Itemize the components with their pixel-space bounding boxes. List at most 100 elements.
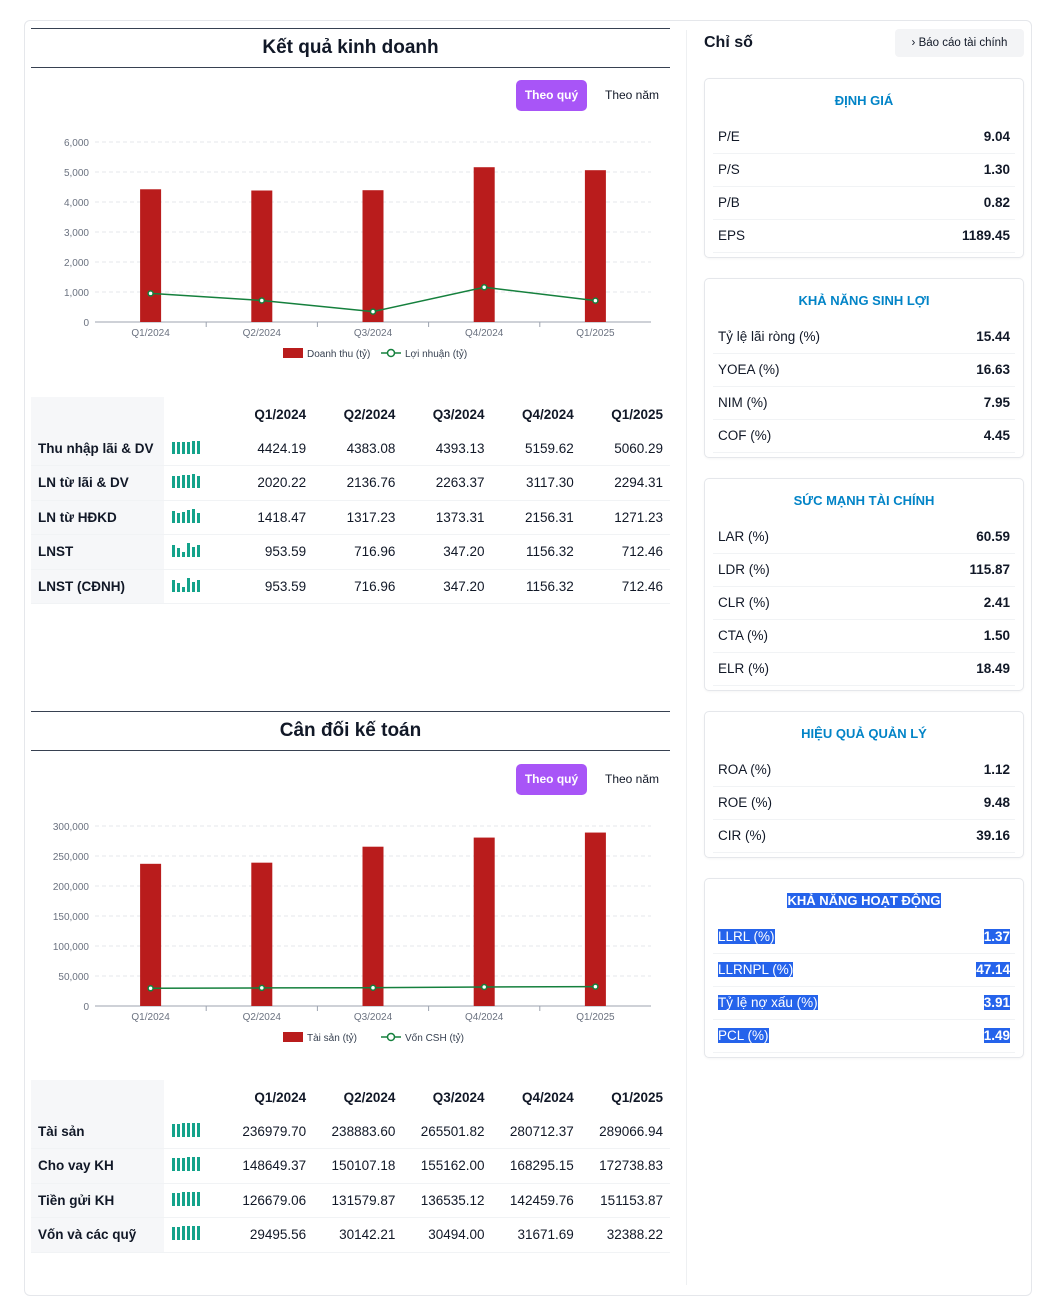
indicator-value: 9.04 [984, 129, 1010, 144]
sparkline-bar [192, 547, 195, 558]
balance-header-spark [164, 1080, 224, 1114]
indicator-value: 1.12 [984, 762, 1010, 777]
table-cell: 347.20 [402, 569, 492, 604]
line-point [480, 983, 488, 991]
sparkline-icon[interactable] [164, 1114, 224, 1149]
sparkline-bar [192, 440, 195, 454]
business-quarter-toggle[interactable]: Theo quý [516, 80, 587, 111]
balance-year-toggle[interactable]: Theo năm [596, 764, 668, 795]
table-row: Thu nhập lãi & DV 4424.19 4383.08 4393.13 51… [31, 431, 670, 466]
balance-sheet-title: Cân đối kế toán [31, 711, 670, 751]
indicator-row: EPS 1189.45 [713, 220, 1015, 253]
sparkline-icon[interactable] [164, 465, 224, 501]
indicator-card-title: HIỆU QUẢ QUẢN LÝ [705, 712, 1023, 754]
indicator-name: NIM (%) [718, 395, 768, 410]
sparkline-bar [192, 1122, 195, 1137]
bar [362, 190, 384, 322]
indicator-name-text: EPS [718, 228, 746, 243]
table-cell: 347.20 [402, 534, 492, 570]
y-tick-label: 4,000 [64, 198, 89, 209]
y-tick-label: 6,000 [64, 138, 89, 149]
sparkline-icon[interactable] [164, 1217, 224, 1253]
table-cell: 238883.60 [313, 1114, 403, 1149]
indicator-value: 18.49 [976, 661, 1010, 676]
indicator-card-title-text: KHẢ NĂNG HOẠT ĐỘNG [787, 893, 941, 908]
indicator-value: 1.50 [984, 628, 1010, 643]
indicator-name: LLRNPL (%) [718, 962, 794, 977]
row-label: Thu nhập lãi & DV [31, 431, 164, 466]
indicator-row: P/B 0.82 [713, 187, 1015, 220]
sparkline-bar [177, 512, 180, 523]
table-row: Vốn và các quỹ 29495.56 30142.21 30494.00 31… [31, 1217, 670, 1253]
sparkline-bar [177, 1123, 180, 1137]
sparkline-bars [172, 1157, 200, 1172]
row-label: LNST [31, 534, 164, 570]
balance-header-blank [31, 1080, 164, 1114]
sparkline-bars [172, 543, 200, 558]
sparkline-bars [172, 1122, 200, 1137]
sparkline-bar [172, 545, 175, 558]
balance-header-col: Q1/2024 [254, 1089, 307, 1105]
x-tick-label: Q3/2024 [354, 1012, 393, 1023]
bar [473, 167, 495, 322]
sparkline-icon[interactable] [164, 569, 224, 604]
indicator-name-text: P/E [718, 129, 740, 144]
indicator-name: Tỷ lệ nợ xấu (%) [718, 995, 818, 1010]
indicator-name-text: ELR (%) [718, 661, 770, 676]
indicator-card-title-text: SỨC MẠNH TÀI CHÍNH [793, 493, 935, 508]
table-cell: 31671.69 [491, 1217, 581, 1253]
sparkline-bar [172, 1123, 175, 1137]
indicator-row: YOEA (%) 16.63 [713, 354, 1015, 387]
indicator-value-text: 15.44 [976, 329, 1010, 344]
indicator-name-text: LDR (%) [718, 562, 770, 577]
sparkline-icon[interactable] [164, 431, 224, 466]
indicator-row: LLRL (%) 1.37 [713, 921, 1015, 954]
row-label: LN từ HĐKD [31, 500, 164, 535]
indicator-card-title-text: HIỆU QUẢ QUẢN LÝ [801, 726, 927, 741]
y-tick-label: 200,000 [53, 882, 90, 893]
sparkline-bar [197, 545, 200, 558]
y-tick-label: 5,000 [64, 168, 89, 179]
indicator-card-title: SỨC MẠNH TÀI CHÍNH [705, 479, 1023, 521]
indicator-value-text: 0.82 [983, 195, 1010, 210]
indicator-card-title: KHẢ NĂNG SINH LỢI [705, 279, 1023, 321]
indicator-value: 7.95 [984, 395, 1010, 410]
table-cell: 716.96 [313, 534, 403, 570]
indicator-name: ROA (%) [718, 762, 771, 777]
business-chart-svg: 0 1,000 2,000 3,000 4,000 5,000 6,000 Q1/2024 Q2… [64, 138, 651, 360]
indicator-value: 39.16 [976, 828, 1010, 843]
business-year-toggle[interactable]: Theo năm [596, 80, 668, 111]
line-point [147, 985, 154, 992]
financial-report-button[interactable]: › Báo cáo tài chính [895, 29, 1024, 57]
balance-header-col: Q4/2024 [521, 1089, 574, 1105]
table-cell: 142459.76 [491, 1183, 581, 1218]
indicator-row: NIM (%) 7.95 [713, 387, 1015, 420]
sparkline-icon[interactable] [164, 500, 224, 535]
sparkline-bar [177, 548, 180, 558]
bar [473, 837, 495, 1006]
sparkline-icon[interactable] [164, 1183, 224, 1218]
table-cell: 712.46 [580, 534, 670, 570]
balance-table: Q1/2024 Q2/2024 Q3/2024 Q4/2024 Q1/2025 … [31, 1080, 670, 1253]
line-point [592, 983, 599, 990]
row-label: Vốn và các quỹ [31, 1217, 164, 1253]
table-cell: 289066.94 [580, 1114, 670, 1149]
indicator-name-text: PCL (%) [718, 1028, 769, 1043]
row-label: Tài sản [31, 1114, 164, 1149]
bar [251, 862, 273, 1006]
balance-quarter-toggle[interactable]: Theo quý [516, 764, 587, 795]
indicator-value-text: 47.14 [976, 962, 1010, 977]
indicator-name-text: CTA (%) [718, 628, 768, 643]
sparkline-icon[interactable] [164, 534, 224, 570]
x-tick-label: Q1/2025 [576, 1012, 615, 1023]
sparkline-bar [182, 511, 185, 523]
table-row: Cho vay KH 148649.37 150107.18 155162.00 168… [31, 1148, 670, 1184]
sparkline-bar [172, 476, 175, 489]
row-label: LN từ lãi & DV [31, 465, 164, 501]
indicator-name-text: P/B [718, 195, 740, 210]
table-cell: 4424.19 [224, 431, 314, 466]
sparkline-icon[interactable] [164, 1148, 224, 1184]
financial-report-label: Báo cáo tài chính [918, 37, 1008, 49]
indicator-name-text: Tỷ lệ lãi ròng (%) [718, 329, 821, 344]
business-chart: 0 1,000 2,000 3,000 4,000 5,000 6,000 Q1/2024 Q2… [31, 120, 670, 370]
